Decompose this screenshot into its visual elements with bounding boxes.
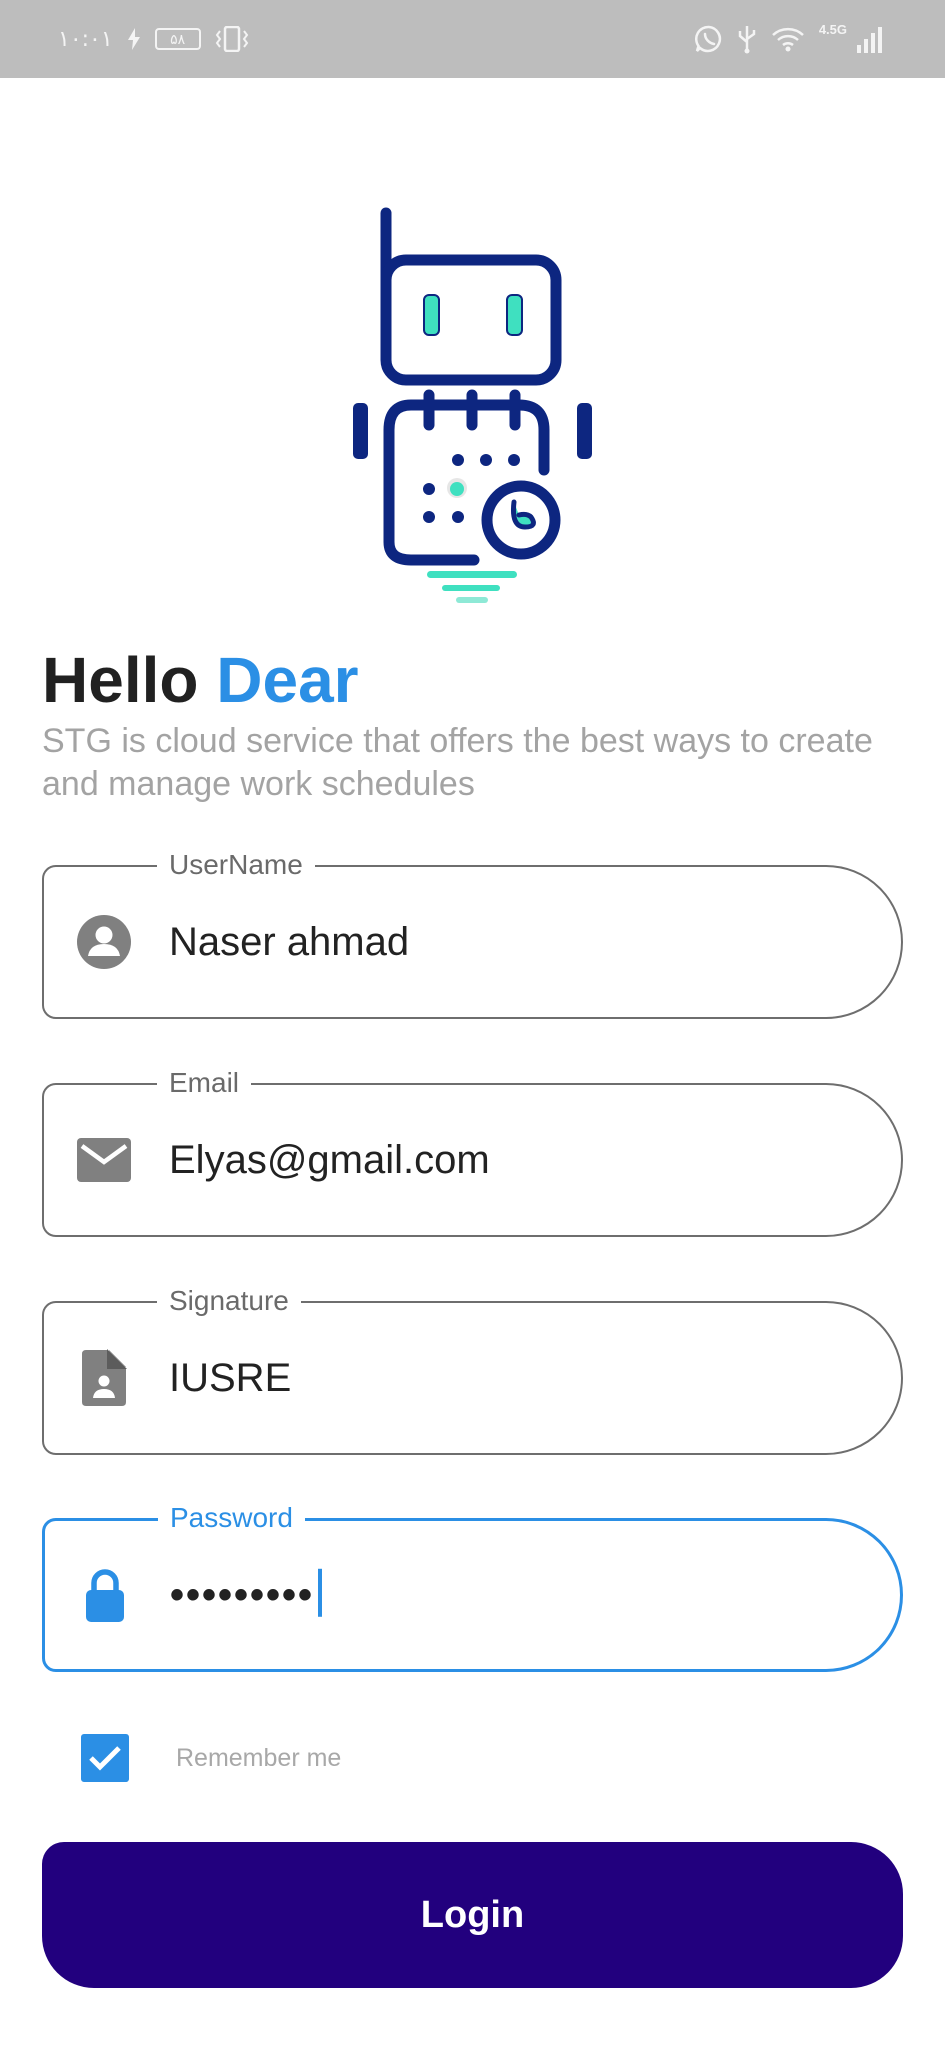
wifi-icon bbox=[771, 26, 805, 52]
username-input[interactable]: Naser ahmad bbox=[169, 916, 409, 968]
check-icon bbox=[89, 1746, 121, 1771]
title-dear: Dear bbox=[216, 644, 359, 716]
login-button[interactable]: Login bbox=[42, 1842, 903, 1988]
whatsapp-icon bbox=[694, 25, 723, 53]
mail-icon bbox=[76, 1132, 132, 1188]
password-dots: ••••••••• bbox=[170, 1572, 315, 1617]
charging-icon bbox=[127, 28, 141, 50]
email-label: Email bbox=[157, 1063, 252, 1103]
password-label: Password bbox=[158, 1498, 305, 1538]
status-left: ۱۰:۰۱ ۵۸ bbox=[58, 26, 249, 52]
lock-icon bbox=[77, 1567, 133, 1623]
status-time: ۱۰:۰۱ bbox=[58, 26, 113, 52]
usb-icon bbox=[737, 24, 757, 54]
battery-icon: ۵۸ bbox=[154, 28, 201, 50]
signature-label: Signature bbox=[157, 1281, 301, 1321]
page-title: Hello Dear bbox=[42, 644, 359, 716]
password-field[interactable]: Password ••••••••• bbox=[42, 1498, 903, 1672]
username-field[interactable]: UserName Naser ahmad bbox=[42, 845, 903, 1019]
document-person-icon bbox=[76, 1349, 132, 1406]
email-input[interactable]: Elyas@gmail.com bbox=[169, 1134, 490, 1186]
vibrate-icon bbox=[215, 26, 249, 52]
signature-input[interactable]: IUSRE bbox=[169, 1352, 291, 1404]
robot-calendar-logo bbox=[349, 205, 595, 605]
remember-checkbox[interactable] bbox=[81, 1734, 129, 1782]
status-right: 4.5G bbox=[694, 21, 885, 54]
battery-level: ۵۸ bbox=[170, 31, 186, 47]
title-hello: Hello bbox=[42, 644, 199, 716]
status-bar: ۱۰:۰۱ ۵۸ 4.5G bbox=[0, 0, 945, 78]
page-subtitle: STG is cloud service that offers the bes… bbox=[42, 722, 873, 803]
text-caret bbox=[318, 1569, 323, 1618]
signal-icon bbox=[855, 25, 885, 53]
username-label: UserName bbox=[157, 845, 315, 885]
password-input[interactable]: ••••••••• bbox=[170, 1569, 323, 1621]
signature-field[interactable]: Signature IUSRE bbox=[42, 1281, 903, 1455]
email-field[interactable]: Email Elyas@gmail.com bbox=[42, 1063, 903, 1237]
person-icon bbox=[76, 914, 132, 970]
remember-label[interactable]: Remember me bbox=[176, 1741, 341, 1775]
network-type: 4.5G bbox=[818, 21, 847, 37]
